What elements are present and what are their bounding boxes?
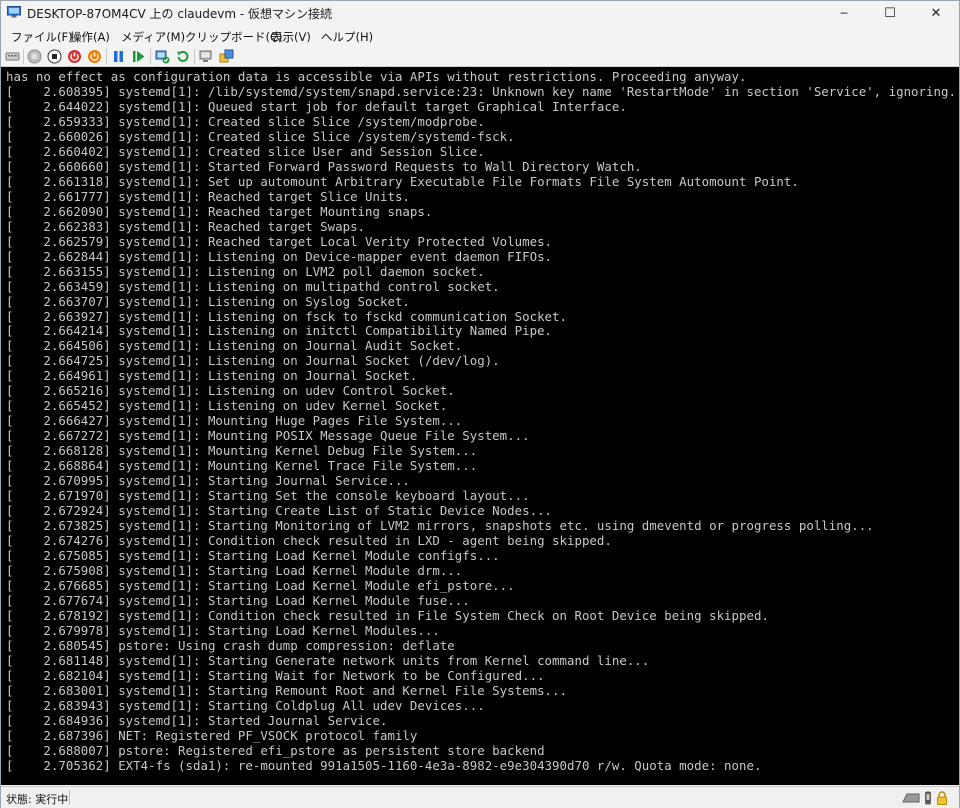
share-icon[interactable] [219, 49, 234, 64]
enhanced-session-icon[interactable] [199, 49, 214, 64]
console-line: [ 2.664725] systemd[1]: Listening on Jou… [6, 353, 500, 369]
toolbar [1, 46, 959, 67]
console-line: [ 2.683001] systemd[1]: Starting Remount… [6, 682, 567, 698]
status-separator [69, 790, 70, 805]
console-line: [ 2.668864] systemd[1]: Mounting Kernel … [6, 458, 478, 474]
console-line: [ 2.671970] systemd[1]: Starting Set the… [6, 488, 530, 504]
menu-action[interactable]: 操作(A) [70, 29, 110, 45]
console-line: [ 2.667272] systemd[1]: Mounting POSIX M… [6, 428, 530, 444]
console-line: [ 2.660660] systemd[1]: Started Forward … [6, 158, 642, 174]
console-line: [ 2.664214] systemd[1]: Listening on ini… [6, 323, 553, 339]
vm-connection-app-icon [7, 6, 21, 18]
vm-state-label: 状態: 実行中 [6, 793, 69, 806]
menu-bar: ファイル(F) 操作(A) メディア(M) クリップボード(C) 表示(V) ヘ… [1, 26, 959, 46]
ctrl-alt-del-icon[interactable] [5, 49, 20, 64]
console-line: [ 2.688007] pstore: Registered efi_pstor… [6, 742, 545, 758]
console-line: [ 2.665452] systemd[1]: Listening on ude… [6, 398, 448, 414]
console-line: [ 2.682104] systemd[1]: Starting Wait fo… [6, 667, 545, 683]
console-line: [ 2.662090] systemd[1]: Reached target M… [6, 203, 433, 219]
console-line: [ 2.672924] systemd[1]: Starting Create … [6, 503, 553, 519]
console-line: [ 2.673825] systemd[1]: Starting Monitor… [6, 518, 874, 534]
console-line: [ 2.679978] systemd[1]: Starting Load Ke… [6, 622, 440, 638]
console-line: [ 2.663459] systemd[1]: Listening on mul… [6, 278, 500, 294]
console-line: [ 2.678192] systemd[1]: Condition check … [6, 607, 769, 623]
toolbar-separator [106, 49, 107, 64]
window-title: DESKTOP-87OM4CV 上の claudevm - 仮想マシン接続 [27, 7, 333, 21]
console-line: [ 2.677674] systemd[1]: Starting Load Ke… [6, 592, 470, 608]
console-output: has no effect as configuration data is a… [6, 69, 956, 773]
console-line: [ 2.662383] systemd[1]: Reached target S… [6, 218, 366, 234]
console-line: [ 2.666427] systemd[1]: Mounting Huge Pa… [6, 413, 463, 429]
console-line: [ 2.662579] systemd[1]: Reached target L… [6, 233, 553, 249]
audio-icon [925, 791, 931, 805]
menu-media[interactable]: メディア(M) [121, 29, 185, 45]
minimize-icon: ─ [840, 6, 848, 20]
pause-icon[interactable] [111, 49, 126, 64]
console-line: [ 2.684936] systemd[1]: Started Journal … [6, 712, 388, 728]
menu-view[interactable]: 表示(V) [271, 29, 311, 45]
menu-clipboard[interactable]: クリップボード(C) [185, 29, 283, 45]
console-line: [ 2.659333] systemd[1]: Created slice Sl… [6, 113, 485, 129]
resume-icon[interactable] [131, 49, 146, 64]
console-line: [ 2.664506] systemd[1]: Listening on Jou… [6, 338, 463, 354]
lock-icon [937, 791, 947, 805]
console-line: [ 2.680545] pstore: Using crash dump com… [6, 637, 455, 653]
console-line: [ 2.705362] EXT4-fs (sda1): re-mounted 9… [6, 757, 762, 773]
shutdown-icon[interactable] [67, 49, 82, 64]
menu-help[interactable]: ヘルプ(H) [321, 29, 373, 45]
console-line: [ 2.675908] systemd[1]: Starting Load Ke… [6, 562, 463, 578]
save-icon[interactable] [87, 49, 102, 64]
console-line: [ 2.662844] systemd[1]: Listening on Dev… [6, 248, 553, 264]
console-line: [ 2.681148] systemd[1]: Starting Generat… [6, 652, 650, 668]
checkpoint-icon[interactable] [155, 49, 170, 64]
console-line: [ 2.668128] systemd[1]: Mounting Kernel … [6, 443, 478, 459]
console-line: [ 2.661777] systemd[1]: Reached target S… [6, 188, 410, 204]
toolbar-separator [150, 49, 151, 64]
console-line: [ 2.663707] systemd[1]: Listening on Sys… [6, 293, 410, 309]
turn-off-icon[interactable] [47, 49, 62, 64]
revert-icon[interactable] [175, 49, 190, 64]
console-line: [ 2.676685] systemd[1]: Starting Load Ke… [6, 577, 515, 593]
start-icon[interactable] [27, 49, 42, 64]
title-bar[interactable]: DESKTOP-87OM4CV 上の claudevm - 仮想マシン接続 ─ … [1, 1, 959, 25]
maximize-button[interactable]: ☐ [867, 1, 913, 25]
minimize-button[interactable]: ─ [821, 1, 867, 25]
console-line: [ 2.683943] systemd[1]: Starting Coldplu… [6, 697, 485, 713]
console-line: [ 2.661318] systemd[1]: Set up automount… [6, 173, 799, 189]
console-line: has no effect as configuration data is a… [6, 69, 747, 84]
close-button[interactable]: ✕ [913, 1, 959, 25]
status-bar: 状態: 実行中 [1, 786, 959, 808]
toolbar-separator [23, 49, 24, 64]
console-line: [ 2.663155] systemd[1]: Listening on LVM… [6, 263, 485, 279]
console-line: [ 2.687396] NET: Registered PF_VSOCK pro… [6, 727, 418, 743]
maximize-icon: ☐ [884, 5, 896, 21]
console-line: [ 2.664961] systemd[1]: Listening on Jou… [6, 368, 418, 384]
menu-file[interactable]: ファイル(F) [11, 29, 73, 45]
vm-connection-window: DESKTOP-87OM4CV 上の claudevm - 仮想マシン接続 ─ … [0, 0, 960, 808]
vm-screen[interactable]: has no effect as configuration data is a… [1, 67, 959, 785]
console-line: [ 2.675085] systemd[1]: Starting Load Ke… [6, 548, 500, 563]
console-line: [ 2.665216] systemd[1]: Listening on ude… [6, 383, 455, 399]
console-line: [ 2.674276] systemd[1]: Condition check … [6, 533, 612, 549]
console-line: [ 2.663927] systemd[1]: Listening on fsc… [6, 308, 567, 324]
keyboard-icon [902, 793, 920, 803]
close-icon: ✕ [930, 5, 942, 21]
console-line: [ 2.608395] systemd[1]: /lib/systemd/sys… [6, 83, 956, 99]
console-line: [ 2.660402] systemd[1]: Created slice Us… [6, 143, 485, 159]
console-line: [ 2.644022] systemd[1]: Queued start job… [6, 98, 627, 114]
toolbar-separator [194, 49, 195, 64]
console-line: [ 2.660026] systemd[1]: Created slice Sl… [6, 128, 515, 144]
console-line: [ 2.670995] systemd[1]: Starting Journal… [6, 473, 410, 489]
